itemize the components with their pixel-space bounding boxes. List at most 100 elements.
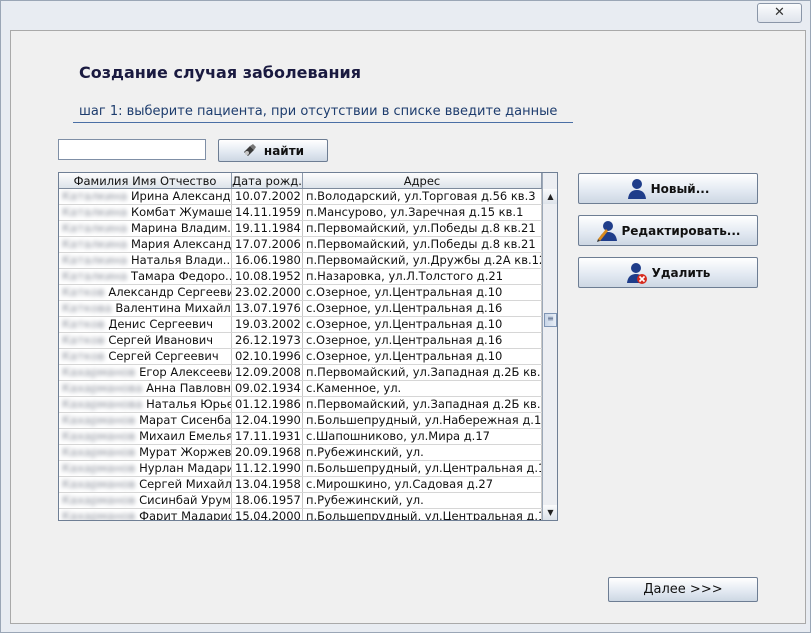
cell-dob[interactable]: 19.11.1984	[231, 220, 303, 237]
cell-patient-name[interactable]: Каткова Валентина Михайлов...	[59, 300, 232, 317]
cell-dob[interactable]: 11.12.1990	[231, 460, 303, 477]
cell-address[interactable]: п.Большепрудный, ул.Центральная д.11	[302, 508, 542, 520]
column-header-name[interactable]: Фамилия Имя Отчество	[59, 173, 232, 189]
cell-patient-name[interactable]: Катков Сергей Иванович	[59, 332, 232, 349]
cell-patient-name[interactable]: Кахарманов Егор Алексеевич	[59, 364, 232, 381]
given-names: Марат Сисенбаевич	[139, 413, 232, 427]
cell-patient-name[interactable]: Кахарманова Наталья Юрьев...	[59, 396, 232, 413]
cell-address[interactable]: п.Рубежинский, ул.	[302, 492, 542, 509]
table-row[interactable]: Кахарманова Анна Павловна 09.02.1934 с.Кам…	[59, 380, 542, 397]
cell-address[interactable]: п.Большепрудный, ул.Набережная д.1	[302, 412, 542, 429]
cell-patient-name[interactable]: Каталкина Ирина Александ...	[59, 188, 232, 205]
cell-dob[interactable]: 10.08.1952	[231, 268, 303, 285]
cell-patient-name[interactable]: Катков Сергей Сергеевич	[59, 348, 232, 365]
table-row[interactable]: Кахарманов Сергей Михайлович13.04.1958с.…	[59, 476, 542, 493]
cell-patient-name[interactable]: Катков Денис Сергеевич	[59, 316, 232, 333]
cell-address[interactable]: с.Озерное, ул.Центральная д.16	[302, 332, 542, 349]
search-input[interactable]	[58, 139, 206, 160]
find-button[interactable]: найти	[218, 139, 328, 162]
cell-dob[interactable]: 16.06.1980	[231, 252, 303, 269]
cell-patient-name[interactable]: Каталкина Мария Александ...	[59, 236, 232, 253]
cell-dob[interactable]: 20.09.1968	[231, 444, 303, 461]
cell-patient-name[interactable]: Каталкина Тамара Федоро...	[59, 268, 232, 285]
cell-dob[interactable]: 17.11.1931	[231, 428, 303, 445]
cell-dob[interactable]: 01.12.1986	[231, 396, 303, 413]
table-row[interactable]: Каткова Валентина Михайлов...13.07.1976с…	[59, 300, 542, 317]
table-row[interactable]: Катков Сергей Сергеевич 02.10.1996 с.Озерн…	[59, 348, 542, 365]
table-row[interactable]: Кахарманов Марат Сисенбаевич12.04.1990п.…	[59, 412, 542, 429]
cell-address[interactable]: с.Озерное, ул.Центральная д.10	[302, 348, 542, 365]
table-row[interactable]: Каталкина Ирина Александ... 10.07.2002 п.В…	[59, 188, 542, 205]
cell-address[interactable]: с.Озерное, ул.Центральная д.16	[302, 300, 542, 317]
patients-table[interactable]: Фамилия Имя Отчество Дата рожд. Адрес Ка…	[58, 172, 558, 521]
column-header-address[interactable]: Адрес	[302, 173, 542, 189]
cell-patient-name[interactable]: Кахарманов Сергей Михайлович	[59, 476, 232, 493]
cell-dob[interactable]: 14.11.1959	[231, 204, 303, 221]
table-row[interactable]: Кахарманов Михаил Емельянович17.11.1931с…	[59, 428, 542, 445]
table-row[interactable]: Кахарманов Егор Алексеевич 12.09.2008 п.Пе…	[59, 364, 542, 381]
cell-dob[interactable]: 02.10.1996	[231, 348, 303, 365]
cell-dob[interactable]: 19.03.2002	[231, 316, 303, 333]
cell-patient-name[interactable]: Каталкина Наталья Влади...	[59, 252, 232, 269]
edit-patient-button[interactable]: Редактировать...	[578, 215, 758, 246]
cell-dob[interactable]: 18.06.1957	[231, 492, 303, 509]
cell-patient-name[interactable]: Кахарманов Сисинбай Урумгали...	[59, 492, 232, 509]
cell-address[interactable]: п.Первомайский, ул.Западная д.2Б кв.11	[302, 364, 542, 381]
table-row[interactable]: Кахарманов Мурат Жоржевич20.09.1968п.Руб…	[59, 444, 542, 461]
table-row[interactable]: Каталкина Марина Владим... 19.11.1984 п.Пе…	[59, 220, 542, 237]
cell-patient-name[interactable]: Каталкина Марина Владим...	[59, 220, 232, 237]
cell-address[interactable]: п.Первомайский, ул.Западная д.2Б кв.11	[302, 396, 542, 413]
cell-dob[interactable]: 15.04.2000	[231, 508, 303, 520]
table-row[interactable]: Каталкина Мария Александ... 17.07.2006 п.П…	[59, 236, 542, 253]
table-row[interactable]: Кахарманов Фарит Мадарисович15.04.2000п.…	[59, 508, 542, 520]
cell-address[interactable]: с.Каменное, ул.	[302, 380, 542, 397]
cell-patient-name[interactable]: Кахарманова Анна Павловна	[59, 380, 232, 397]
cell-patient-name[interactable]: Катков Александр Сергеевич	[59, 284, 232, 301]
cell-address[interactable]: п.Большепрудный, ул.Центральная д.11	[302, 460, 542, 477]
cell-patient-name[interactable]: Каталкина Комбат Жумаше...	[59, 204, 232, 221]
cell-address[interactable]: п.Первомайский, ул.Дружбы д.2А кв.12	[302, 252, 542, 269]
scroll-thumb[interactable]: ≡	[544, 313, 557, 327]
cell-dob[interactable]: 12.04.1990	[231, 412, 303, 429]
table-row[interactable]: Катков Сергей Иванович 26.12.1973 с.Озерно…	[59, 332, 542, 349]
cell-dob[interactable]: 17.07.2006	[231, 236, 303, 253]
cell-address[interactable]: с.Мирошкино, ул.Садовая д.27	[302, 476, 542, 493]
cell-address[interactable]: п.Мансурово, ул.Заречная д.15 кв.1	[302, 204, 542, 221]
table-row[interactable]: Катков Денис Сергеевич 19.03.2002 с.Озерно…	[59, 316, 542, 333]
new-patient-button[interactable]: Новый...	[578, 173, 758, 204]
cell-dob[interactable]: 23.02.2000	[231, 284, 303, 301]
cell-dob[interactable]: 26.12.1973	[231, 332, 303, 349]
table-row[interactable]: Кахарманов Сисинбай Урумгали...18.06.195…	[59, 492, 542, 509]
close-button[interactable]: ✕	[757, 3, 802, 23]
cell-dob[interactable]: 13.04.1958	[231, 476, 303, 493]
cell-patient-name[interactable]: Кахарманов Марат Сисенбаевич	[59, 412, 232, 429]
cell-address[interactable]: п.Назаровка, ул.Л.Толстого д.21	[302, 268, 542, 285]
cell-patient-name[interactable]: Кахарманов Мурат Жоржевич	[59, 444, 232, 461]
cell-patient-name[interactable]: Кахарманов Михаил Емельянович	[59, 428, 232, 445]
vertical-scrollbar[interactable]: ▲ ≡ ▼	[542, 173, 557, 520]
cell-dob[interactable]: 13.07.1976	[231, 300, 303, 317]
scroll-up-arrow-icon[interactable]: ▲	[543, 189, 557, 204]
cell-patient-name[interactable]: Кахарманов Нурлан Мадарисович	[59, 460, 232, 477]
cell-dob[interactable]: 10.07.2002	[231, 188, 303, 205]
table-row[interactable]: Каталкина Комбат Жумаше...14.11.1959п.Ма…	[59, 204, 542, 221]
table-row[interactable]: Катков Александр Сергеевич 23.02.2000 с.Оз…	[59, 284, 542, 301]
table-row[interactable]: Каталкина Тамара Федоро... 10.08.1952 п.На…	[59, 268, 542, 285]
cell-dob[interactable]: 09.02.1934	[231, 380, 303, 397]
next-button[interactable]: Далее >>>	[608, 577, 758, 602]
scroll-down-arrow-icon[interactable]: ▼	[543, 505, 557, 520]
cell-address[interactable]: п.Первомайский, ул.Победы д.8 кв.21	[302, 220, 542, 237]
cell-address[interactable]: п.Володарский, ул.Торговая д.56 кв.3	[302, 188, 542, 205]
cell-address[interactable]: с.Озерное, ул.Центральная д.10	[302, 284, 542, 301]
delete-patient-button[interactable]: Удалить	[578, 257, 758, 288]
cell-address[interactable]: с.Шапошниково, ул.Мира д.17	[302, 428, 542, 445]
column-header-dob[interactable]: Дата рожд.	[231, 173, 303, 189]
cell-address[interactable]: с.Озерное, ул.Центральная д.10	[302, 316, 542, 333]
cell-dob[interactable]: 12.09.2008	[231, 364, 303, 381]
table-row[interactable]: Каталкина Наталья Влади... 16.06.1980 п.Пе…	[59, 252, 542, 269]
table-row[interactable]: Кахарманова Наталья Юрьев...01.12.1986п.…	[59, 396, 542, 413]
cell-address[interactable]: п.Первомайский, ул.Победы д.8 кв.21	[302, 236, 542, 253]
table-row[interactable]: Кахарманов Нурлан Мадарисович11.12.1990п…	[59, 460, 542, 477]
cell-address[interactable]: п.Рубежинский, ул.	[302, 444, 542, 461]
cell-patient-name[interactable]: Кахарманов Фарит Мадарисович	[59, 508, 232, 520]
